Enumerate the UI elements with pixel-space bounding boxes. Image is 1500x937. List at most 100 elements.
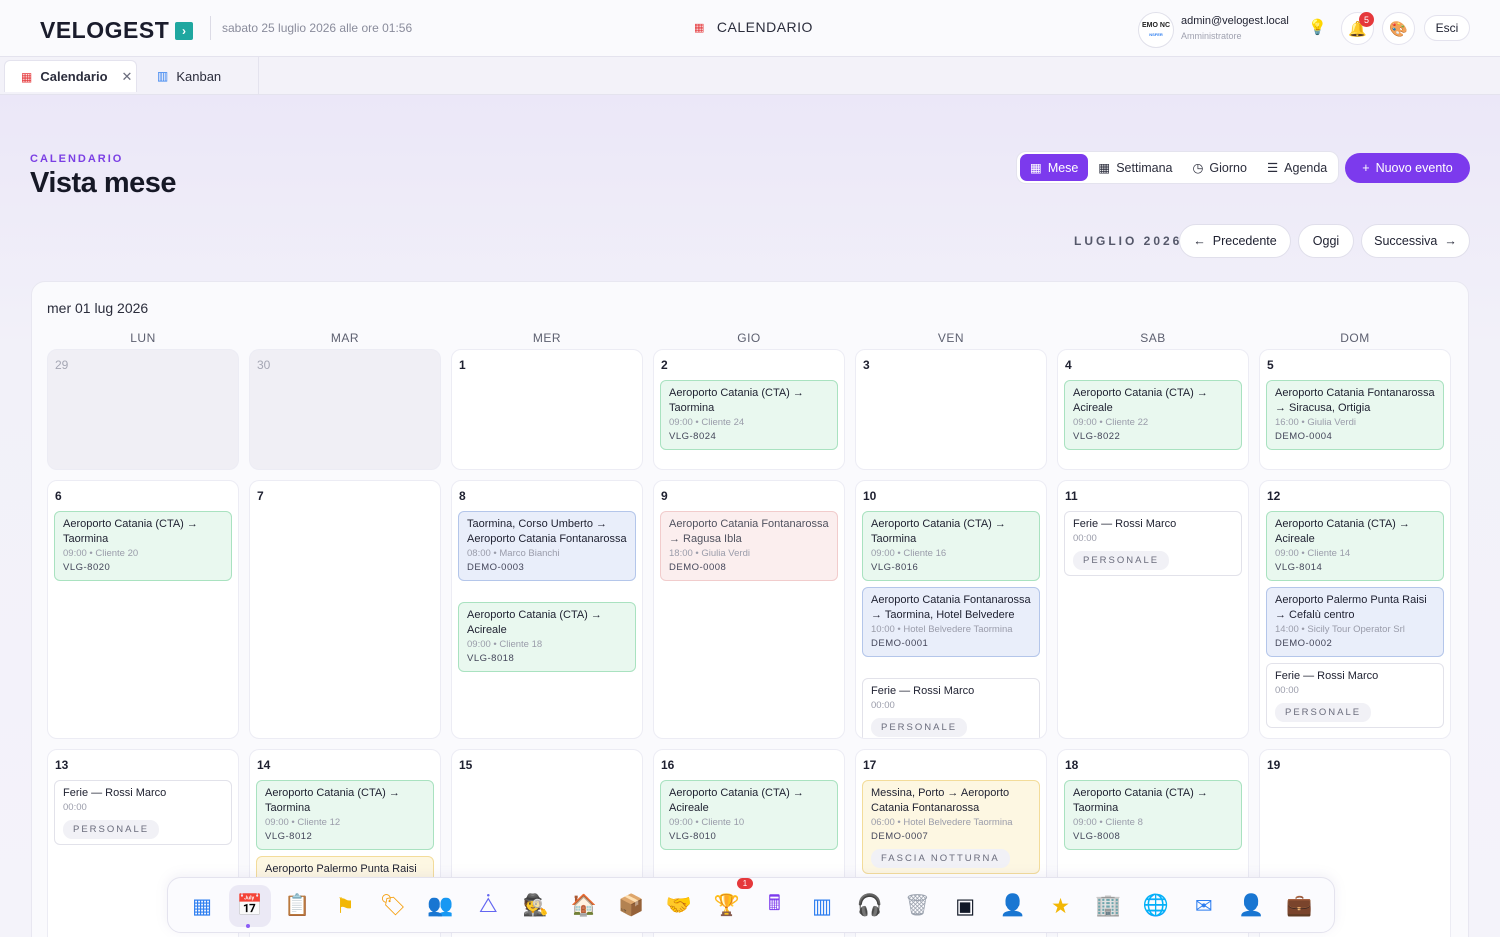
building-icon[interactable]: 🏢 (1087, 885, 1129, 927)
calendar-event[interactable]: Aeroporto Catania Fontanarossa → Ragusa … (660, 511, 838, 581)
day-number: 4 (1065, 358, 1072, 372)
kanban-icon[interactable]: ▥ (801, 885, 843, 927)
day-cell[interactable]: 10 Aeroporto Catania (CTA) → Taormina 09:0… (855, 480, 1047, 739)
view-agenda-button[interactable]: ☰ Agenda (1257, 154, 1337, 181)
podium-icon[interactable]: 🏆 (706, 885, 748, 927)
new-event-button[interactable]: + Nuovo evento (1345, 153, 1470, 183)
calendar-event[interactable]: Taormina, Corso Umberto → Aeroporto Cata… (458, 511, 636, 581)
event-title: Aeroporto Catania Fontanarossa → Ragusa … (669, 518, 829, 545)
calendar-event[interactable]: Ferie — Rossi Marco 00:00 PERSONALE (1266, 663, 1444, 728)
calendar-event[interactable]: Ferie — Rossi Marco 00:00 PERSONALE (862, 678, 1040, 738)
event-title: Aeroporto Catania Fontanarossa → Siracus… (1275, 387, 1435, 414)
flag-icon[interactable]: ⚑ (324, 885, 366, 927)
weekday-header: SAB (1140, 331, 1166, 345)
today-button[interactable]: Oggi (1298, 224, 1354, 258)
calendar-event[interactable]: Aeroporto Catania (CTA) → Taormina 09:00 … (1064, 780, 1242, 850)
day-cell[interactable]: 11 Ferie — Rossi Marco 00:00 PERSONALE (1057, 480, 1249, 739)
next-month-button[interactable]: Successiva → (1361, 224, 1470, 258)
tab-kanban[interactable]: ▥ Kanban (141, 60, 237, 92)
day-cell[interactable]: 7 (249, 480, 441, 739)
user-email[interactable]: admin@velogest.local (1181, 15, 1289, 27)
view-month-button[interactable]: ▦ Mese (1020, 154, 1089, 181)
users-icon[interactable]: 👥 (420, 885, 462, 927)
event-details: 16:00 • Giulia Verdi (1275, 417, 1356, 428)
calendar-event[interactable]: Aeroporto Catania (CTA) → Taormina 09:00 … (862, 511, 1040, 581)
new-event-label: Nuovo evento (1375, 161, 1453, 175)
trash-icon[interactable]: 🗑 (897, 885, 939, 927)
event-title: Aeroporto Catania Fontanarossa → Taormin… (871, 594, 1031, 621)
day-cell[interactable]: 8 Taormina, Corso Umberto → Aeroporto Cat… (451, 480, 643, 739)
calendar-event[interactable]: Aeroporto Catania Fontanarossa → Taormin… (862, 587, 1040, 657)
day-cell[interactable]: 1 (451, 349, 643, 470)
event-time: 00:00 (871, 700, 895, 711)
star-icon[interactable]: ★ (1040, 885, 1082, 927)
box-icon[interactable]: 📦 (610, 885, 652, 927)
weekday-header: LUN (130, 331, 156, 345)
day-number: 14 (257, 758, 271, 772)
view-switcher: ▦ Mese ▦ Settimana ◷ Giorno ☰ Agenda (1016, 151, 1339, 184)
event-code: VLG-8008 (1073, 831, 1121, 842)
event-time: 00:00 (63, 802, 87, 813)
theme-button[interactable]: 🎨 (1382, 12, 1415, 45)
day-cell[interactable]: 2 Aeroporto Catania (CTA) → Taormina 09:00… (653, 349, 845, 470)
calendar-event[interactable]: Aeroporto Catania (CTA) → Acireale 09:00 … (1266, 511, 1444, 581)
tab-calendario[interactable]: ▦ Calendario ✕ (4, 60, 137, 92)
company-logo-subtext: NSFER (1149, 32, 1163, 37)
briefcase-icon[interactable]: 💼 (1278, 885, 1320, 927)
day-cell[interactable]: 6 Aeroporto Catania (CTA) → Taormina 09:00… (47, 480, 239, 739)
day-number: 1 (459, 358, 466, 372)
globe-icon[interactable]: 🌐 (1135, 885, 1177, 927)
day-cell[interactable]: 30 (249, 349, 441, 470)
day-number: 30 (257, 358, 271, 372)
calendar-event[interactable]: Messina, Porto → Aeroporto Catania Fonta… (862, 780, 1040, 874)
calendar-event[interactable]: Ferie — Rossi Marco 00:00 PERSONALE (54, 780, 232, 845)
view-day-button[interactable]: ◷ Giorno (1182, 154, 1256, 181)
prev-label: Precedente (1212, 234, 1277, 248)
day-number: 19 (1267, 758, 1281, 772)
calendar-icon[interactable]: 📅 (228, 885, 271, 927)
calendar-event[interactable]: Aeroporto Palermo Punta Raisi → Cefalù c… (1266, 587, 1444, 657)
calendar-event[interactable]: Ferie — Rossi Marco 00:00 PERSONALE (1064, 511, 1242, 576)
calendar-icon: ▦ (1098, 161, 1111, 175)
tag-icon[interactable]: 🏷 (372, 885, 414, 927)
current-month: LUGLIO 2026 (1074, 234, 1183, 248)
day-cell[interactable]: 9 Aeroporto Catania Fontanarossa → Ragusa… (653, 480, 845, 739)
calendar-event[interactable]: Aeroporto Catania (CTA) → Acireale 09:00 … (1064, 380, 1242, 450)
logout-button[interactable]: Esci (1424, 15, 1470, 41)
calendar-event[interactable]: Aeroporto Catania Fontanarossa → Siracus… (1266, 380, 1444, 450)
event-code: DEMO-0002 (1275, 638, 1333, 649)
headset-icon[interactable]: 🎧 (849, 885, 891, 927)
close-icon[interactable]: ✕ (122, 69, 133, 85)
day-cell[interactable]: 3 (855, 349, 1047, 470)
network-icon[interactable]: ⧊ (467, 885, 509, 927)
day-number: 29 (55, 358, 69, 372)
day-cell[interactable]: 29 (47, 349, 239, 470)
calendar-event[interactable]: Aeroporto Catania (CTA) → Taormina 09:00 … (54, 511, 232, 581)
calendar-event[interactable]: Aeroporto Catania (CTA) → Acireale 09:00 … (660, 780, 838, 850)
clipboard-check-icon[interactable]: 📋 (276, 885, 318, 927)
lightbulb-icon[interactable]: 💡 (1308, 18, 1327, 36)
user-add-icon[interactable]: 👤 (992, 885, 1034, 927)
event-time: 00:00 (1275, 685, 1299, 696)
garage-icon[interactable]: 🏠 (563, 885, 605, 927)
day-cell[interactable]: 12 Aeroporto Catania (CTA) → Acireale 09:0… (1259, 480, 1451, 739)
app-logo[interactable]: VELOGEST › (40, 17, 194, 44)
calendar-event[interactable]: Aeroporto Catania (CTA) → Acireale 09:00 … (458, 602, 636, 672)
view-week-button[interactable]: ▦ Settimana (1088, 154, 1182, 181)
calendar-event[interactable]: Aeroporto Catania (CTA) → Taormina 09:00 … (660, 380, 838, 450)
apps-grid-icon[interactable]: ▦ (181, 885, 223, 927)
terminal-icon[interactable]: ▣ (944, 885, 986, 927)
calendar-event[interactable]: Aeroporto Catania (CTA) → Taormina 09:00 … (256, 780, 434, 850)
user-settings-icon[interactable]: 👤 (1230, 885, 1272, 927)
event-code: VLG-8014 (1275, 562, 1323, 573)
view-label: Giorno (1209, 160, 1247, 175)
event-details: 09:00 • Cliente 16 (871, 548, 947, 559)
prev-month-button[interactable]: ← Precedente (1179, 224, 1291, 258)
handshake-icon[interactable]: 🤝 (658, 885, 700, 927)
agent-icon[interactable]: 🕵 (515, 885, 557, 927)
day-cell[interactable]: 4 Aeroporto Catania (CTA) → Acireale 09:00… (1057, 349, 1249, 470)
day-cell[interactable]: 5 Aeroporto Catania Fontanarossa → Siracu… (1259, 349, 1451, 470)
calculator-icon[interactable]: 🖩 (753, 885, 795, 927)
event-details: 09:00 • Cliente 10 (669, 817, 745, 828)
mail-icon[interactable]: ✉ (1183, 885, 1225, 927)
